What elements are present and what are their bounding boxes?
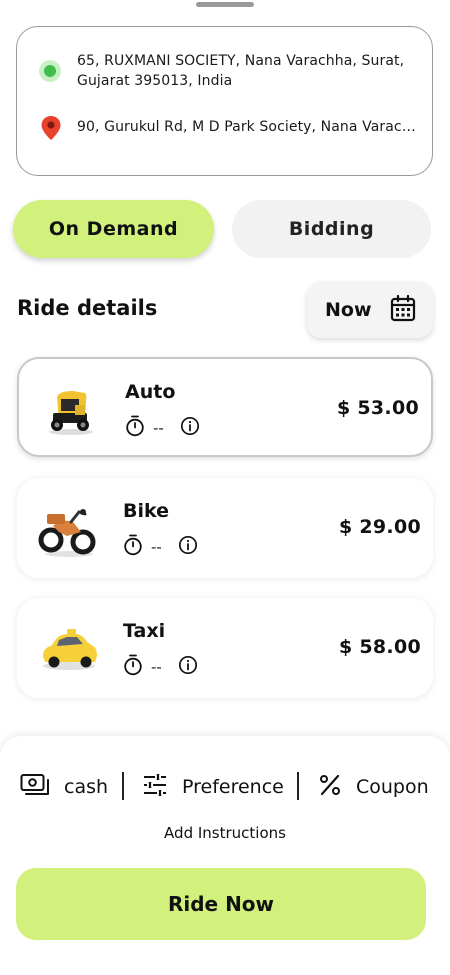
divider: [297, 772, 299, 800]
info-icon[interactable]: [178, 655, 198, 679]
location-pin-icon: [40, 115, 62, 141]
tab-bidding[interactable]: Bidding: [232, 200, 431, 258]
ride-price: $ 29.00: [338, 516, 421, 538]
timer-icon: [123, 534, 143, 560]
percent-icon: [318, 773, 342, 802]
address-card: 65, RUXMANI SOCIETY, Nana Varachha, Sura…: [16, 26, 433, 176]
bike-icon: [37, 496, 99, 560]
sheet-drag-handle[interactable]: [196, 2, 254, 7]
dropoff-address[interactable]: 90, Gurukul Rd, M D Park Society, Nana V…: [77, 117, 416, 137]
info-icon[interactable]: [178, 535, 198, 559]
ride-name: Taxi: [123, 620, 166, 642]
info-icon[interactable]: [180, 416, 200, 440]
ride-name: Auto: [125, 381, 176, 403]
ride-details-title: Ride details: [17, 296, 158, 320]
auto-rickshaw-icon: [39, 377, 101, 441]
ride-eta: --: [151, 658, 162, 676]
ride-option-taxi[interactable]: Taxi -- $ 58.00: [17, 598, 433, 698]
schedule-button[interactable]: Now: [307, 282, 433, 338]
ride-option-bike[interactable]: Bike -- $ 29.00: [17, 478, 433, 578]
cash-icon: [20, 773, 50, 802]
sliders-icon: [142, 773, 168, 802]
ride-price: $ 58.00: [338, 636, 421, 658]
add-instructions-link[interactable]: Add Instructions: [0, 824, 450, 842]
pickup-dot-icon: [39, 60, 61, 82]
ride-price: $ 53.00: [336, 397, 419, 419]
ride-meta: --: [123, 654, 198, 680]
schedule-label: Now: [325, 299, 372, 321]
coupon-label: Coupon: [356, 776, 429, 798]
preference-label: Preference: [182, 776, 284, 798]
timer-icon: [123, 654, 143, 680]
calendar-icon: [390, 294, 416, 326]
ride-name: Bike: [123, 500, 170, 522]
bottom-sheet: cash Preference Coupon Add Instructions …: [0, 736, 450, 975]
pickup-address[interactable]: 65, RUXMANI SOCIETY, Nana Varachha, Sura…: [77, 51, 416, 91]
ride-eta: --: [151, 538, 162, 556]
tab-on-demand[interactable]: On Demand: [13, 200, 214, 258]
taxi-icon: [37, 616, 99, 680]
preference-option[interactable]: Preference: [142, 772, 284, 802]
divider: [122, 772, 124, 800]
timer-icon: [125, 415, 145, 441]
payment-label: cash: [64, 776, 109, 798]
ride-meta: --: [123, 534, 198, 560]
ride-option-auto[interactable]: Auto -- $ 53.00: [17, 357, 433, 457]
coupon-option[interactable]: Coupon: [318, 772, 429, 802]
ride-now-button[interactable]: Ride Now: [16, 868, 426, 940]
ride-eta: --: [153, 419, 164, 437]
ride-meta: --: [125, 415, 200, 441]
payment-option[interactable]: cash: [20, 772, 108, 802]
options-row: cash Preference Coupon: [0, 772, 450, 802]
